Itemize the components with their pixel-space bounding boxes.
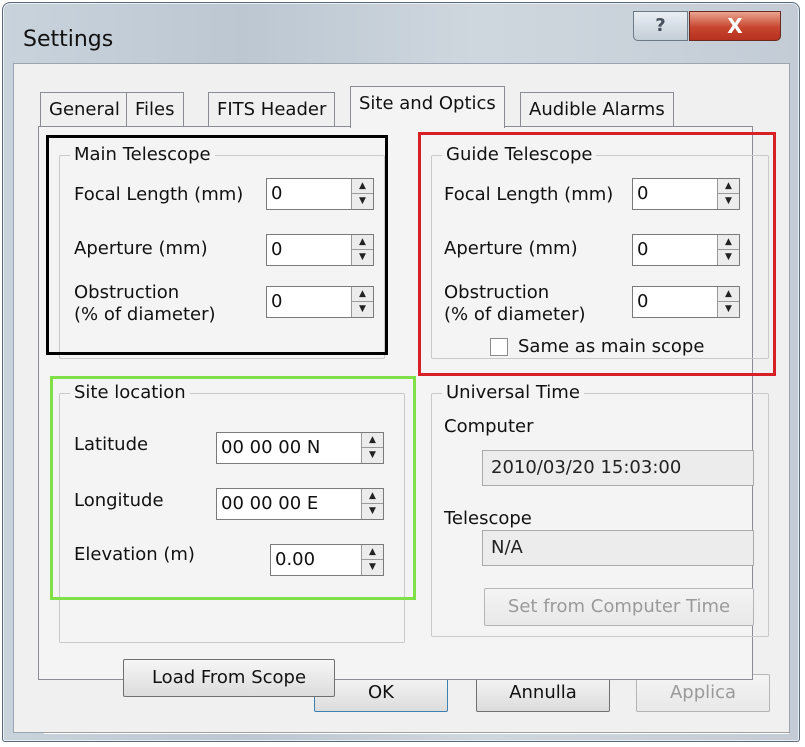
guide-focal-length-label: Focal Length (mm) xyxy=(444,184,614,205)
same-as-main-label[interactable]: Same as main scope xyxy=(518,336,704,358)
main-obstruction-label: Obstruction xyxy=(74,282,180,303)
universal-time-group: Universal Time Computer 2010/03/20 15:03… xyxy=(431,382,769,637)
guide-obstruction-value: 0 xyxy=(637,291,649,312)
spin-up-icon[interactable]: ▲ xyxy=(352,235,373,250)
computer-time-field: 2010/03/20 15:03:00 xyxy=(482,450,754,486)
tab-files[interactable]: Files xyxy=(126,92,184,126)
spin-up-icon[interactable]: ▲ xyxy=(718,179,739,194)
latitude-spinner[interactable]: 00 00 00 N ▲ ▼ xyxy=(216,432,384,464)
guide-aperture-label: Aperture (mm) xyxy=(444,238,578,259)
guide-obstruction-spinner[interactable]: 0 ▲ ▼ xyxy=(632,286,740,318)
site-location-group: Site location Latitude 00 00 00 N ▲ ▼ Lon… xyxy=(59,382,405,643)
help-button[interactable]: ? xyxy=(633,11,688,41)
elevation-value: 0.00 xyxy=(275,549,316,570)
guide-telescope-legend: Guide Telescope xyxy=(442,144,597,166)
main-aperture-spinner[interactable]: 0 ▲ ▼ xyxy=(266,234,374,266)
spin-up-icon[interactable]: ▲ xyxy=(718,287,739,302)
footer-separator xyxy=(44,732,789,734)
guide-focal-length-spinner[interactable]: 0 ▲ ▼ xyxy=(632,178,740,210)
main-aperture-label: Aperture (mm) xyxy=(74,238,208,259)
same-as-main-checkbox[interactable] xyxy=(490,338,508,356)
main-obstruction-unit-label: (% of diameter) xyxy=(74,304,216,325)
spin-up-icon[interactable]: ▲ xyxy=(352,179,373,194)
site-location-legend: Site location xyxy=(70,382,190,404)
main-focal-length-spinner[interactable]: 0 ▲ ▼ xyxy=(266,178,374,210)
telescope-time-label: Telescope xyxy=(444,508,532,529)
window-title: Settings xyxy=(23,27,114,52)
spin-up-icon[interactable]: ▲ xyxy=(362,489,383,504)
guide-obstruction-label: Obstruction xyxy=(444,282,550,303)
longitude-spinner[interactable]: 00 00 00 E ▲ ▼ xyxy=(216,488,384,520)
spin-down-icon[interactable]: ▼ xyxy=(352,250,373,265)
elevation-label: Elevation (m) xyxy=(74,544,195,565)
tab-site-and-optics[interactable]: Site and Optics xyxy=(350,86,505,128)
longitude-label: Longitude xyxy=(74,490,164,511)
spin-up-icon[interactable]: ▲ xyxy=(352,287,373,302)
spin-up-icon[interactable]: ▲ xyxy=(718,235,739,250)
telescope-time-field: N/A xyxy=(482,530,754,566)
tab-fits-header[interactable]: FITS Header xyxy=(208,92,336,126)
guide-aperture-spinner[interactable]: 0 ▲ ▼ xyxy=(632,234,740,266)
main-focal-length-value: 0 xyxy=(271,183,283,204)
spin-down-icon[interactable]: ▼ xyxy=(718,302,739,317)
guide-focal-length-value: 0 xyxy=(637,183,649,204)
main-aperture-value: 0 xyxy=(271,239,283,260)
main-telescope-group: Main Telescope Focal Length (mm) 0 ▲ ▼ Ap… xyxy=(59,144,385,359)
computer-time-label: Computer xyxy=(444,416,534,437)
guide-telescope-group: Guide Telescope Focal Length (mm) 0 ▲ ▼ A… xyxy=(431,144,769,359)
site-optics-panel: Main Telescope Focal Length (mm) 0 ▲ ▼ Ap… xyxy=(38,126,769,697)
spin-down-icon[interactable]: ▼ xyxy=(352,194,373,209)
spin-down-icon[interactable]: ▼ xyxy=(352,302,373,317)
settings-window: Settings ? X General Files FITS Header S… xyxy=(2,2,800,742)
elevation-spinner[interactable]: 0.00 ▲ ▼ xyxy=(270,544,384,576)
spin-down-icon[interactable]: ▼ xyxy=(718,194,739,209)
load-from-scope-button[interactable]: Load From Scope xyxy=(123,659,335,697)
spin-down-icon[interactable]: ▼ xyxy=(718,250,739,265)
universal-time-legend: Universal Time xyxy=(442,382,584,404)
tab-general[interactable]: General xyxy=(40,92,129,126)
spin-down-icon[interactable]: ▼ xyxy=(362,504,383,519)
guide-obstruction-unit-label: (% of diameter) xyxy=(444,304,586,325)
spin-up-icon[interactable]: ▲ xyxy=(362,545,383,560)
latitude-value: 00 00 00 N xyxy=(221,437,321,458)
spin-down-icon[interactable]: ▼ xyxy=(362,448,383,463)
spin-up-icon[interactable]: ▲ xyxy=(362,433,383,448)
main-focal-length-label: Focal Length (mm) xyxy=(74,184,244,205)
tab-audible-alarms[interactable]: Audible Alarms xyxy=(520,92,674,126)
close-button[interactable]: X xyxy=(689,11,781,41)
main-telescope-legend: Main Telescope xyxy=(70,144,215,166)
main-obstruction-spinner[interactable]: 0 ▲ ▼ xyxy=(266,286,374,318)
spin-down-icon[interactable]: ▼ xyxy=(362,560,383,575)
longitude-value: 00 00 00 E xyxy=(221,493,319,514)
latitude-label: Latitude xyxy=(74,434,149,455)
set-from-computer-time-button[interactable]: Set from Computer Time xyxy=(484,588,754,626)
main-obstruction-value: 0 xyxy=(271,291,283,312)
dialog-client-area: General Files FITS Header Site and Optic… xyxy=(13,63,790,734)
guide-aperture-value: 0 xyxy=(637,239,649,260)
